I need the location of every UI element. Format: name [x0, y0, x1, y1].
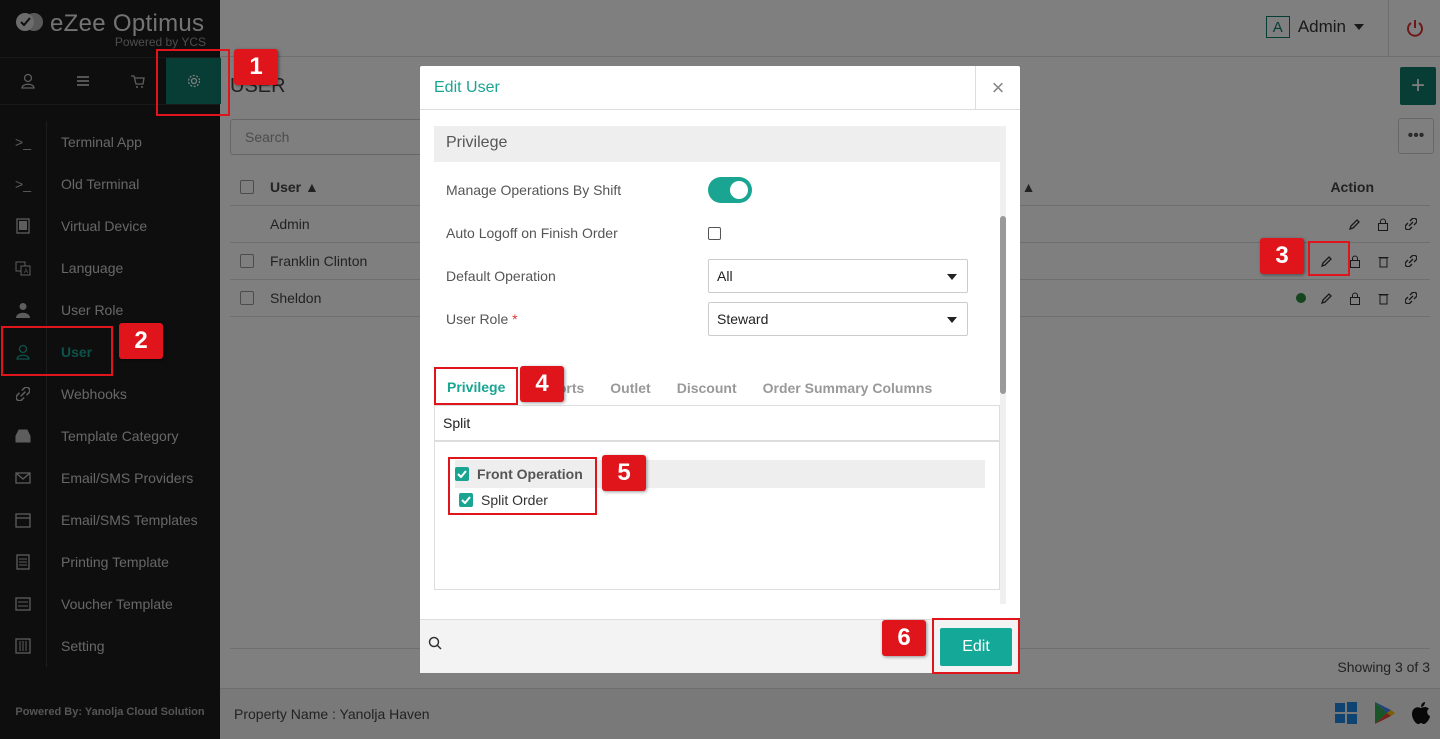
- modal-title: Edit User: [434, 79, 500, 96]
- tab-discount[interactable]: Discount: [664, 370, 750, 406]
- auto-logoff-checkbox[interactable]: [708, 226, 721, 240]
- auto-logoff-row: Auto Logoff on Finish Order: [446, 215, 986, 251]
- auto-logoff-label: Auto Logoff on Finish Order: [446, 225, 618, 241]
- modal-footer: Edit: [420, 619, 1020, 673]
- user-role-value: Steward: [717, 311, 769, 327]
- tab-order-summary-columns[interactable]: Order Summary Columns: [750, 370, 946, 406]
- annotation-box-4: [434, 367, 518, 405]
- annotation-box-5: [448, 457, 597, 515]
- manage-ops-label: Manage Operations By Shift: [446, 182, 622, 198]
- annotation-step-4: 4: [520, 366, 564, 402]
- default-operation-label: Default Operation: [446, 268, 556, 284]
- tab-outlet[interactable]: Outlet: [597, 370, 663, 406]
- manage-ops-toggle[interactable]: [708, 177, 752, 203]
- privilege-tabs: Privilege Reports Outlet Discount Order …: [434, 370, 1000, 406]
- required-marker: *: [512, 311, 518, 327]
- caret-down-icon: [947, 317, 957, 323]
- annotation-step-1: 1: [234, 49, 278, 85]
- default-operation-value: All: [717, 268, 733, 284]
- annotation-step-5: 5: [602, 455, 646, 491]
- annotation-step-6: 6: [882, 620, 926, 656]
- annotation-box-1: [156, 49, 230, 116]
- annotation-step-2: 2: [119, 323, 163, 359]
- user-role-label: User Role *: [446, 311, 708, 327]
- modal-header: Edit User ×: [420, 66, 1020, 110]
- annotation-box-6: [932, 618, 1020, 674]
- section-header: Privilege: [434, 126, 1000, 162]
- annotation-box-3: [1308, 241, 1350, 276]
- annotation-step-3: 3: [1260, 238, 1304, 274]
- search-icon[interactable]: [428, 636, 442, 653]
- user-role-select[interactable]: Steward: [708, 302, 968, 336]
- default-operation-select[interactable]: All: [708, 259, 968, 293]
- user-role-row: User Role * Steward: [446, 301, 986, 337]
- annotation-box-2: [1, 326, 113, 376]
- caret-down-icon: [947, 274, 957, 280]
- app-root: A Admin USER + Search ••• User ▲ e ▲ Act…: [0, 0, 1440, 739]
- default-operation-row: Default Operation All: [446, 258, 986, 294]
- user-role-label-text: User Role: [446, 311, 509, 327]
- close-button[interactable]: ×: [975, 66, 1020, 110]
- modal-body: Privilege Manage Operations By Shift Aut…: [434, 126, 1006, 604]
- manage-ops-row: Manage Operations By Shift: [446, 172, 986, 208]
- privilege-filter-input[interactable]: Split: [434, 405, 1000, 441]
- modal-scrollbar-thumb[interactable]: [1000, 216, 1006, 394]
